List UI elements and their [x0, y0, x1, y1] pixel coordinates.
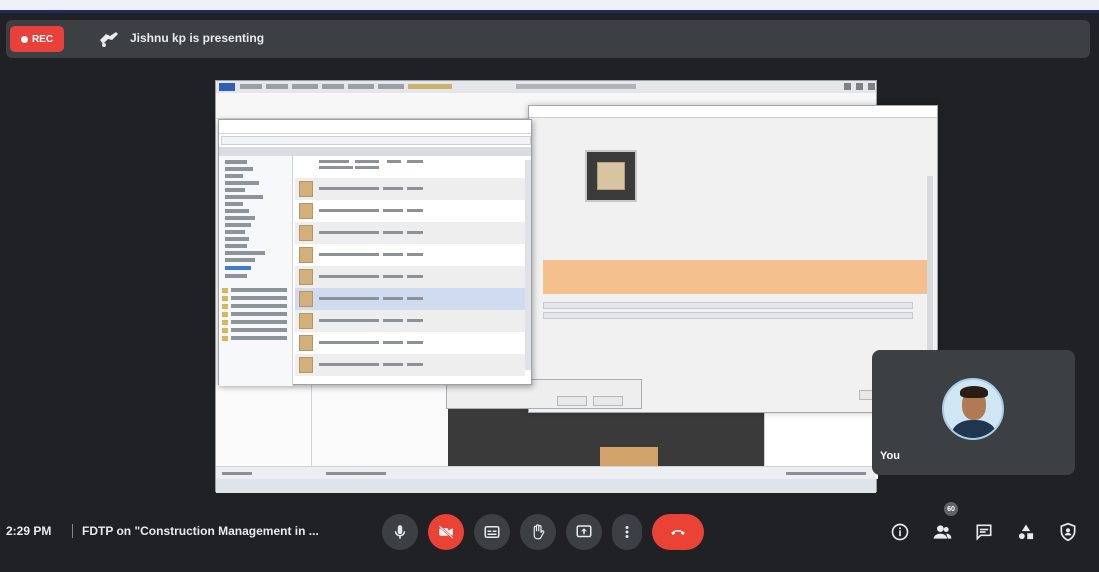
presenting-text: Jishnu kp is presenting	[130, 31, 265, 45]
os-taskbar	[216, 479, 876, 493]
list-item[interactable]	[295, 332, 525, 354]
camera-off-button[interactable]	[428, 514, 464, 550]
avatar	[942, 378, 1004, 440]
dialog-ok-button[interactable]	[557, 396, 587, 406]
file-tab	[219, 83, 235, 91]
info-icon	[891, 523, 909, 541]
list-item[interactable]	[295, 310, 525, 332]
material-list-scrollbar[interactable]	[525, 160, 531, 370]
list-item[interactable]	[295, 200, 525, 222]
material-browser-dialog[interactable]	[218, 119, 533, 386]
app-status-bar	[216, 466, 876, 479]
material-cube-icon	[597, 162, 625, 190]
list-header	[295, 156, 525, 178]
hand-icon	[533, 524, 545, 540]
material-editor-header	[529, 106, 937, 118]
list-item[interactable]	[295, 354, 525, 376]
meeting-time: 2:29 PM	[6, 524, 52, 538]
raise-hand-button[interactable]	[520, 514, 556, 550]
meeting-title[interactable]: FDTP on "Construction Management in ...	[82, 524, 319, 538]
material-list[interactable]	[295, 156, 533, 386]
mic-icon	[394, 525, 406, 539]
list-item[interactable]	[295, 178, 525, 200]
list-item[interactable]	[295, 266, 525, 288]
camera-off-icon	[438, 525, 454, 539]
chat-icon	[976, 524, 992, 541]
self-view-name: You	[880, 450, 900, 462]
more-vert-icon	[625, 526, 629, 538]
material-field[interactable]	[543, 312, 913, 319]
meeting-details-button[interactable]	[888, 520, 912, 544]
host-controls-button[interactable]	[1056, 520, 1080, 544]
meeting-controls-bar: 2:29 PM FDTP on "Construction Management…	[0, 508, 1099, 562]
list-item[interactable]	[295, 222, 525, 244]
presenting-bar: REC Jishnu kp is presenting	[6, 20, 1090, 58]
people-button[interactable]	[930, 520, 954, 544]
separator	[72, 524, 73, 538]
captions-icon	[484, 526, 500, 538]
shared-screen[interactable]	[215, 80, 938, 493]
participant-count-badge: 60	[944, 502, 958, 516]
dialog-cancel-button[interactable]	[593, 396, 623, 406]
call-end-icon	[671, 529, 685, 535]
captions-button[interactable]	[474, 514, 510, 550]
material-field[interactable]	[543, 302, 913, 309]
chat-button[interactable]	[972, 520, 996, 544]
list-item-selected[interactable]	[295, 288, 525, 310]
present-button[interactable]	[566, 514, 602, 550]
self-view-tile[interactable]: You	[872, 350, 1075, 475]
people-icon	[933, 525, 952, 539]
material-selected-row	[543, 260, 929, 294]
activities-icon	[1018, 524, 1034, 540]
material-preview	[585, 150, 637, 202]
material-search-input[interactable]	[221, 136, 531, 145]
leave-call-button[interactable]	[652, 514, 704, 550]
material-library-tree[interactable]	[219, 156, 293, 386]
mic-button[interactable]	[382, 514, 418, 550]
activities-button[interactable]	[1014, 520, 1038, 544]
host-controls-icon	[1060, 522, 1076, 542]
app-ribbon-tabs	[216, 81, 876, 93]
list-item[interactable]	[295, 244, 525, 266]
app-window-title	[516, 84, 636, 89]
more-options-button[interactable]	[612, 514, 642, 550]
material-browser-title	[219, 120, 531, 134]
recording-badge[interactable]: REC	[10, 26, 64, 52]
present-screen-icon	[576, 525, 592, 538]
material-library-header	[219, 147, 531, 156]
record-dot-icon	[20, 35, 28, 43]
selected-library-item	[225, 266, 251, 270]
presenting-hand-icon	[100, 32, 118, 47]
recording-label: REC	[31, 33, 54, 45]
